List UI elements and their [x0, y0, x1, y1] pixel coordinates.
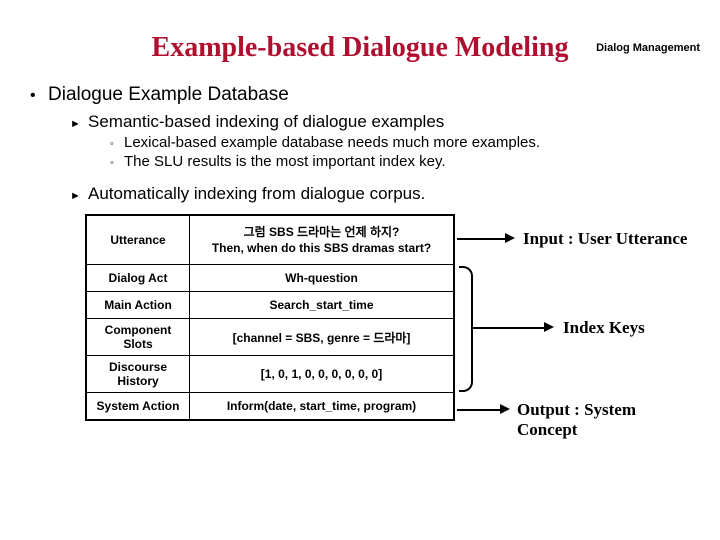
- cell-label: System Action: [86, 393, 190, 421]
- table-row: Discourse History [1, 0, 1, 0, 0, 0, 0, …: [86, 356, 454, 393]
- cell-value: Search_start_time: [190, 292, 455, 319]
- arrow-right-icon: [505, 233, 515, 243]
- cell-label: Component Slots: [86, 319, 190, 356]
- cell-label: Discourse History: [86, 356, 190, 393]
- triangle-icon: ►: [70, 118, 88, 130]
- bullet-l3-b-text: The SLU results is the most important in…: [124, 153, 446, 170]
- cell-value: 그럼 SBS 드라마는 언제 하지? Then, when do this SB…: [190, 215, 455, 265]
- arrow-line: [471, 327, 546, 329]
- arrow-right-icon: [500, 404, 510, 414]
- arrow-line: [457, 238, 507, 240]
- diagram: Utterance 그럼 SBS 드라마는 언제 하지? Then, when …: [85, 214, 690, 484]
- content-area: • Dialogue Example Database ► Semantic-b…: [30, 84, 690, 484]
- table-row: System Action Inform(date, start_time, p…: [86, 393, 454, 421]
- bullet-l3-a: ◦ Lexical-based example database needs m…: [110, 134, 690, 151]
- triangle-icon: ►: [70, 190, 88, 202]
- cell-label: Utterance: [86, 215, 190, 265]
- circle-icon: ◦: [110, 138, 124, 150]
- cell-label: Main Action: [86, 292, 190, 319]
- table-row: Dialog Act Wh-question: [86, 265, 454, 292]
- table-row: Utterance 그럼 SBS 드라마는 언제 하지? Then, when …: [86, 215, 454, 265]
- cell-value: [channel = SBS, genre = 드라마]: [190, 319, 455, 356]
- bullet-l3-a-text: Lexical-based example database needs muc…: [124, 134, 540, 151]
- bullet-l3-b: ◦ The SLU results is the most important …: [110, 153, 690, 170]
- table-row: Component Slots [channel = SBS, genre = …: [86, 319, 454, 356]
- label-output: Output : System Concept: [517, 400, 690, 440]
- table-row: Main Action Search_start_time: [86, 292, 454, 319]
- cell-label: Dialog Act: [86, 265, 190, 292]
- bullet-l2-b-text: Automatically indexing from dialogue cor…: [88, 184, 425, 204]
- cell-value: [1, 0, 1, 0, 0, 0, 0, 0, 0]: [190, 356, 455, 393]
- bullet-l1: • Dialogue Example Database: [30, 84, 690, 106]
- bullet-l2-a-text: Semantic-based indexing of dialogue exam…: [88, 112, 444, 132]
- cell-value: Wh-question: [190, 265, 455, 292]
- arrow-line: [457, 409, 502, 411]
- circle-icon: ◦: [110, 157, 124, 169]
- bullet-l2-a: ► Semantic-based indexing of dialogue ex…: [70, 112, 690, 132]
- brace-icon: [459, 266, 473, 392]
- utterance-line2: Then, when do this SBS dramas start?: [196, 240, 447, 256]
- label-input: Input : User Utterance: [523, 229, 687, 249]
- bullet-l2-b: ► Automatically indexing from dialogue c…: [70, 184, 690, 204]
- bullet-l1-text: Dialogue Example Database: [48, 84, 289, 106]
- bullet-dot-icon: •: [30, 87, 48, 105]
- cell-value: Inform(date, start_time, program): [190, 393, 455, 421]
- label-index-keys: Index Keys: [563, 318, 645, 338]
- header-topic: Dialog Management: [596, 42, 700, 54]
- arrow-right-icon: [544, 322, 554, 332]
- utterance-line1: 그럼 SBS 드라마는 언제 하지?: [196, 224, 447, 240]
- example-table: Utterance 그럼 SBS 드라마는 언제 하지? Then, when …: [85, 214, 455, 421]
